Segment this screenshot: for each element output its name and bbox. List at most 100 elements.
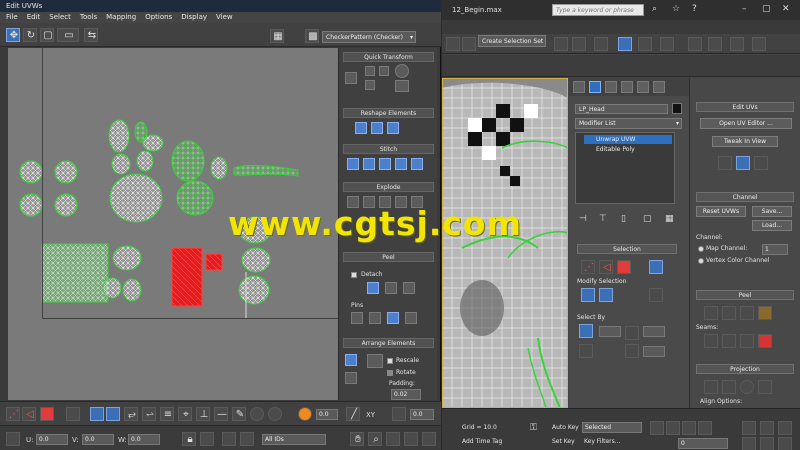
texture-pattern-dropdown[interactable]: CheckerPattern (Checker) ▾ <box>322 31 416 43</box>
modify-tab-icon[interactable] <box>589 81 601 93</box>
select-by-poly-button[interactable] <box>579 344 593 358</box>
peel-mode-button[interactable] <box>403 282 415 294</box>
falloff-type-button[interactable] <box>392 407 406 421</box>
add-time-tag-button[interactable]: Add Time Tag <box>462 438 502 446</box>
key-mode-dropdown[interactable]: Selected <box>582 422 642 433</box>
soft-selection-toggle[interactable] <box>298 407 312 421</box>
stitch-source-button[interactable] <box>395 158 407 170</box>
selection-set-dropdown[interactable]: Create Selection Set <box>478 35 546 47</box>
maximize-icon[interactable]: ▢ <box>762 4 771 14</box>
align-vertical-button[interactable] <box>379 66 389 76</box>
pen-tool-button[interactable]: ✎ <box>232 407 246 421</box>
stitch-to-target-button[interactable] <box>363 158 375 170</box>
align-pivot-button[interactable] <box>345 72 357 84</box>
pan-button[interactable]: ✋︎ <box>350 432 364 446</box>
zoom-button[interactable]: ⌕ <box>368 432 382 446</box>
rotate-tool-button[interactable]: ↻ <box>23 28 37 42</box>
select-element-button[interactable] <box>66 407 80 421</box>
seam-expand-button[interactable] <box>740 334 754 348</box>
relax-settings-button[interactable] <box>387 122 399 134</box>
pin-remove-button[interactable] <box>369 312 381 324</box>
sel-element-button[interactable] <box>649 260 663 274</box>
edit-uvs-tool-2[interactable] <box>736 156 750 170</box>
perspective-viewport[interactable] <box>442 78 568 408</box>
pelt-map-button[interactable] <box>758 306 772 320</box>
scale-object-button[interactable] <box>462 37 476 51</box>
falloff-spinner[interactable]: 0.0 <box>410 409 434 420</box>
object-color-swatch[interactable] <box>672 103 682 114</box>
play-button[interactable] <box>682 421 696 435</box>
render-button[interactable] <box>752 37 766 51</box>
sel-edge-button[interactable]: ◁ <box>599 260 613 274</box>
menu-display[interactable]: Display <box>181 12 207 23</box>
stack-item-editable-poly[interactable]: Editable Poly <box>584 145 672 154</box>
freeform-tool-button[interactable]: ▭ <box>57 28 79 42</box>
pin-select-button[interactable] <box>387 312 399 324</box>
select-by-spinner-1[interactable] <box>599 326 621 337</box>
shrink-selection-button[interactable] <box>599 288 613 302</box>
weld-all-button[interactable] <box>411 196 423 208</box>
hide-button[interactable] <box>222 432 236 446</box>
break-button[interactable] <box>347 196 359 208</box>
align-button[interactable] <box>572 37 586 51</box>
minimize-icon[interactable]: – <box>742 4 747 14</box>
map-channel-radio[interactable] <box>698 246 704 252</box>
stitch-average-button[interactable] <box>379 158 391 170</box>
spherical-map-button[interactable] <box>740 380 754 394</box>
v-spinner[interactable]: 0.0 <box>82 434 114 445</box>
help-icon[interactable]: ? <box>692 4 697 14</box>
stitch-header[interactable]: Stitch <box>343 144 434 154</box>
brush-select-button[interactable]: — <box>214 407 228 421</box>
checker-swatch-button[interactable]: ▩ <box>305 29 319 43</box>
utilities-tab-icon[interactable] <box>653 81 665 93</box>
select-by-element-button[interactable] <box>579 324 593 338</box>
zoom-region-button[interactable] <box>386 432 400 446</box>
object-name-field[interactable]: LP_Head <box>575 104 668 114</box>
planar-map-button[interactable] <box>704 380 718 394</box>
menu-options[interactable]: Options <box>145 12 172 23</box>
menu-select[interactable]: Select <box>49 12 71 23</box>
detach-edge-button[interactable] <box>363 196 375 208</box>
configure-sets-icon[interactable]: ▦ <box>665 214 674 224</box>
menu-edit[interactable]: Edit <box>27 12 41 23</box>
peel-header[interactable]: Peel <box>343 252 434 262</box>
loop-select-button[interactable]: ⥂ <box>124 407 138 421</box>
edge-loop-button[interactable]: ≡ <box>160 407 174 421</box>
explode-header[interactable]: Explode <box>343 182 434 192</box>
scene-explorer-button[interactable] <box>618 37 632 51</box>
peel-mode-max-button[interactable] <box>722 306 736 320</box>
uvw-title-bar[interactable]: Edit UVWs <box>0 0 441 12</box>
mirror-tool-button[interactable]: ⇆ <box>84 28 98 42</box>
seam-point-button[interactable] <box>722 334 736 348</box>
absolute-mode-button[interactable] <box>6 432 20 446</box>
quick-peel-button[interactable] <box>367 282 379 294</box>
falloff-linear-button[interactable]: ╱ <box>346 407 360 421</box>
select-by-button-2[interactable] <box>625 326 639 340</box>
prev-frame-button[interactable] <box>666 421 680 435</box>
sel-face-button[interactable] <box>617 260 631 274</box>
detach-checkbox[interactable] <box>351 272 357 278</box>
auto-key-button[interactable]: Auto Key <box>552 424 579 432</box>
goto-start-button[interactable] <box>650 421 664 435</box>
reshape-elements-header[interactable]: Reshape Elements <box>343 108 434 118</box>
edit-uvs-tool-1[interactable] <box>718 156 732 170</box>
rotate-plus-button[interactable] <box>395 64 409 78</box>
shrink-select-button[interactable] <box>106 407 120 421</box>
arrange-elements-header[interactable]: Arrange Elements <box>343 338 434 348</box>
remove-modifier-icon[interactable]: ▢ <box>643 214 652 224</box>
orbit-viewport-button[interactable] <box>760 421 774 435</box>
display-tab-icon[interactable] <box>637 81 649 93</box>
seam-edit-button[interactable] <box>704 334 718 348</box>
vertex-select-button[interactable]: ⋰ <box>6 407 20 421</box>
u-spinner[interactable]: 0.0 <box>36 434 68 445</box>
sel-vertex-button[interactable]: ⋰ <box>581 260 595 274</box>
key-filters-button[interactable]: Key Filters... <box>584 438 621 446</box>
soft-select-button[interactable]: ⊥ <box>196 407 210 421</box>
zoom-extents-button[interactable] <box>404 432 418 446</box>
help-search-input[interactable]: Type a keyword or phrase <box>552 4 644 16</box>
pack-together-button[interactable] <box>367 354 383 368</box>
show-map-button[interactable]: ▦ <box>270 29 284 43</box>
pack-normalize-button[interactable] <box>345 354 357 366</box>
cylindrical-map-button[interactable] <box>722 380 736 394</box>
ring-selection-button[interactable] <box>649 288 663 302</box>
